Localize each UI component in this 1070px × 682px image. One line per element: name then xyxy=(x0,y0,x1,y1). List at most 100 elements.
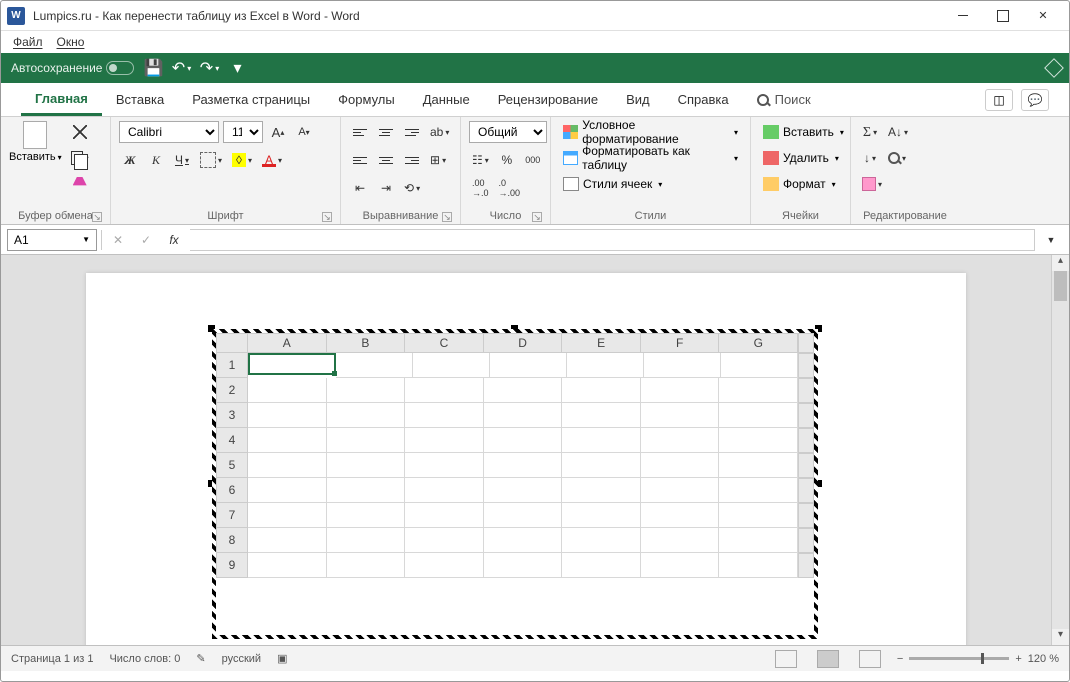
zoom-out[interactable]: − xyxy=(897,653,903,665)
comment-button[interactable]: 💬 xyxy=(1021,89,1049,111)
cell[interactable] xyxy=(327,553,406,578)
tab-data[interactable]: Данные xyxy=(409,83,484,116)
col-header-a[interactable]: A xyxy=(248,333,327,353)
autosum-button[interactable]: Σ xyxy=(859,121,881,143)
tab-insert[interactable]: Вставка xyxy=(102,83,178,116)
cell[interactable] xyxy=(413,353,490,378)
cell[interactable] xyxy=(641,428,720,453)
status-macro-icon[interactable]: ▣ xyxy=(277,652,287,665)
status-words[interactable]: Число слов: 0 xyxy=(109,653,180,665)
close-button[interactable] xyxy=(1023,2,1063,30)
grow-font[interactable]: A▴ xyxy=(267,121,289,143)
cell[interactable] xyxy=(248,403,327,428)
tab-view[interactable]: Вид xyxy=(612,83,664,116)
autosave-toggle[interactable]: Автосохранение xyxy=(11,61,134,75)
cell[interactable] xyxy=(562,403,641,428)
cell[interactable] xyxy=(641,553,720,578)
cell[interactable] xyxy=(719,528,798,553)
sheet-vscroll[interactable] xyxy=(798,478,814,503)
cell[interactable] xyxy=(562,503,641,528)
format-table-button[interactable]: Форматировать как таблицу xyxy=(559,147,742,169)
view-read[interactable] xyxy=(775,650,797,668)
align-left[interactable] xyxy=(349,149,371,171)
clipboard-launcher[interactable]: ↘ xyxy=(92,212,102,222)
tab-review[interactable]: Рецензирование xyxy=(484,83,612,116)
select-all-corner[interactable] xyxy=(216,333,248,353)
cut-button[interactable] xyxy=(68,121,92,143)
format-painter[interactable] xyxy=(68,173,92,195)
qat-customize[interactable]: ▾ xyxy=(228,59,246,77)
cell[interactable] xyxy=(484,553,563,578)
col-header-d[interactable]: D xyxy=(484,333,563,353)
cell[interactable] xyxy=(248,378,327,403)
name-box[interactable]: A1▼ xyxy=(7,229,97,251)
cell[interactable] xyxy=(721,353,798,378)
cell[interactable] xyxy=(641,478,720,503)
undo-button[interactable]: ↶ xyxy=(172,59,190,77)
zoom-slider[interactable] xyxy=(909,657,1009,660)
conditional-format-button[interactable]: Условное форматирование xyxy=(559,121,742,143)
minimize-button[interactable] xyxy=(943,2,983,30)
cell[interactable] xyxy=(562,453,641,478)
cell[interactable] xyxy=(405,403,484,428)
cell[interactable] xyxy=(405,478,484,503)
col-header-g[interactable]: G xyxy=(719,333,798,353)
sheet-vscroll[interactable] xyxy=(798,453,814,478)
cell[interactable] xyxy=(248,553,327,578)
cell[interactable] xyxy=(484,403,563,428)
cell[interactable] xyxy=(562,378,641,403)
number-format-select[interactable]: Общий xyxy=(469,121,547,143)
scroll-down-icon[interactable]: ▾ xyxy=(1052,629,1069,645)
align-bottom[interactable] xyxy=(401,121,423,143)
row-header-9[interactable]: 9 xyxy=(216,553,248,578)
cell[interactable] xyxy=(562,478,641,503)
cell[interactable] xyxy=(719,453,798,478)
wrap-text[interactable]: ab xyxy=(427,121,452,143)
cell[interactable] xyxy=(484,478,563,503)
cell[interactable] xyxy=(327,453,406,478)
paste-button[interactable]: Вставить xyxy=(9,121,62,163)
cell[interactable] xyxy=(405,453,484,478)
copy-button[interactable] xyxy=(68,147,92,169)
insert-cells-button[interactable]: Вставить xyxy=(759,121,848,143)
find-button[interactable] xyxy=(885,147,909,169)
font-color-button[interactable]: A xyxy=(259,149,285,171)
align-top[interactable] xyxy=(349,121,371,143)
cell[interactable] xyxy=(248,503,327,528)
cell[interactable] xyxy=(327,503,406,528)
cell[interactable] xyxy=(719,553,798,578)
sheet-vscroll[interactable] xyxy=(798,503,814,528)
tab-help[interactable]: Справка xyxy=(664,83,743,116)
row-header-1[interactable]: 1 xyxy=(216,353,248,378)
font-name-select[interactable]: Calibri xyxy=(119,121,219,143)
sheet-vscroll[interactable] xyxy=(798,403,814,428)
cell[interactable] xyxy=(641,403,720,428)
row-header-3[interactable]: 3 xyxy=(216,403,248,428)
border-button[interactable] xyxy=(197,149,225,171)
confirm-entry[interactable]: ✓ xyxy=(134,229,158,251)
cell[interactable] xyxy=(327,528,406,553)
cell[interactable] xyxy=(405,553,484,578)
cell[interactable] xyxy=(484,528,563,553)
cell[interactable] xyxy=(484,453,563,478)
embedded-excel-sheet[interactable]: A B C D E F G 123456789 xyxy=(216,333,814,635)
cell[interactable] xyxy=(567,353,644,378)
scroll-thumb[interactable] xyxy=(1054,271,1067,301)
menu-window[interactable]: Окно xyxy=(57,35,85,49)
format-cells-button[interactable]: Формат xyxy=(759,173,840,195)
delete-cells-button[interactable]: Удалить xyxy=(759,147,843,169)
sheet-vscroll[interactable] xyxy=(798,353,814,378)
indent-dec[interactable]: ⇤ xyxy=(349,177,371,199)
cell[interactable] xyxy=(248,353,336,375)
italic-button[interactable]: К xyxy=(145,149,167,171)
fx-button[interactable]: fx xyxy=(162,229,186,251)
percent-button[interactable]: % xyxy=(496,149,518,171)
fill-button[interactable]: ↓ xyxy=(859,147,881,169)
cell[interactable] xyxy=(719,378,798,403)
save-icon[interactable]: 💾 xyxy=(144,59,162,77)
tab-formulas[interactable]: Формулы xyxy=(324,83,409,116)
cell[interactable] xyxy=(562,553,641,578)
cell[interactable] xyxy=(327,478,406,503)
cell[interactable] xyxy=(490,353,567,378)
cell[interactable] xyxy=(327,403,406,428)
